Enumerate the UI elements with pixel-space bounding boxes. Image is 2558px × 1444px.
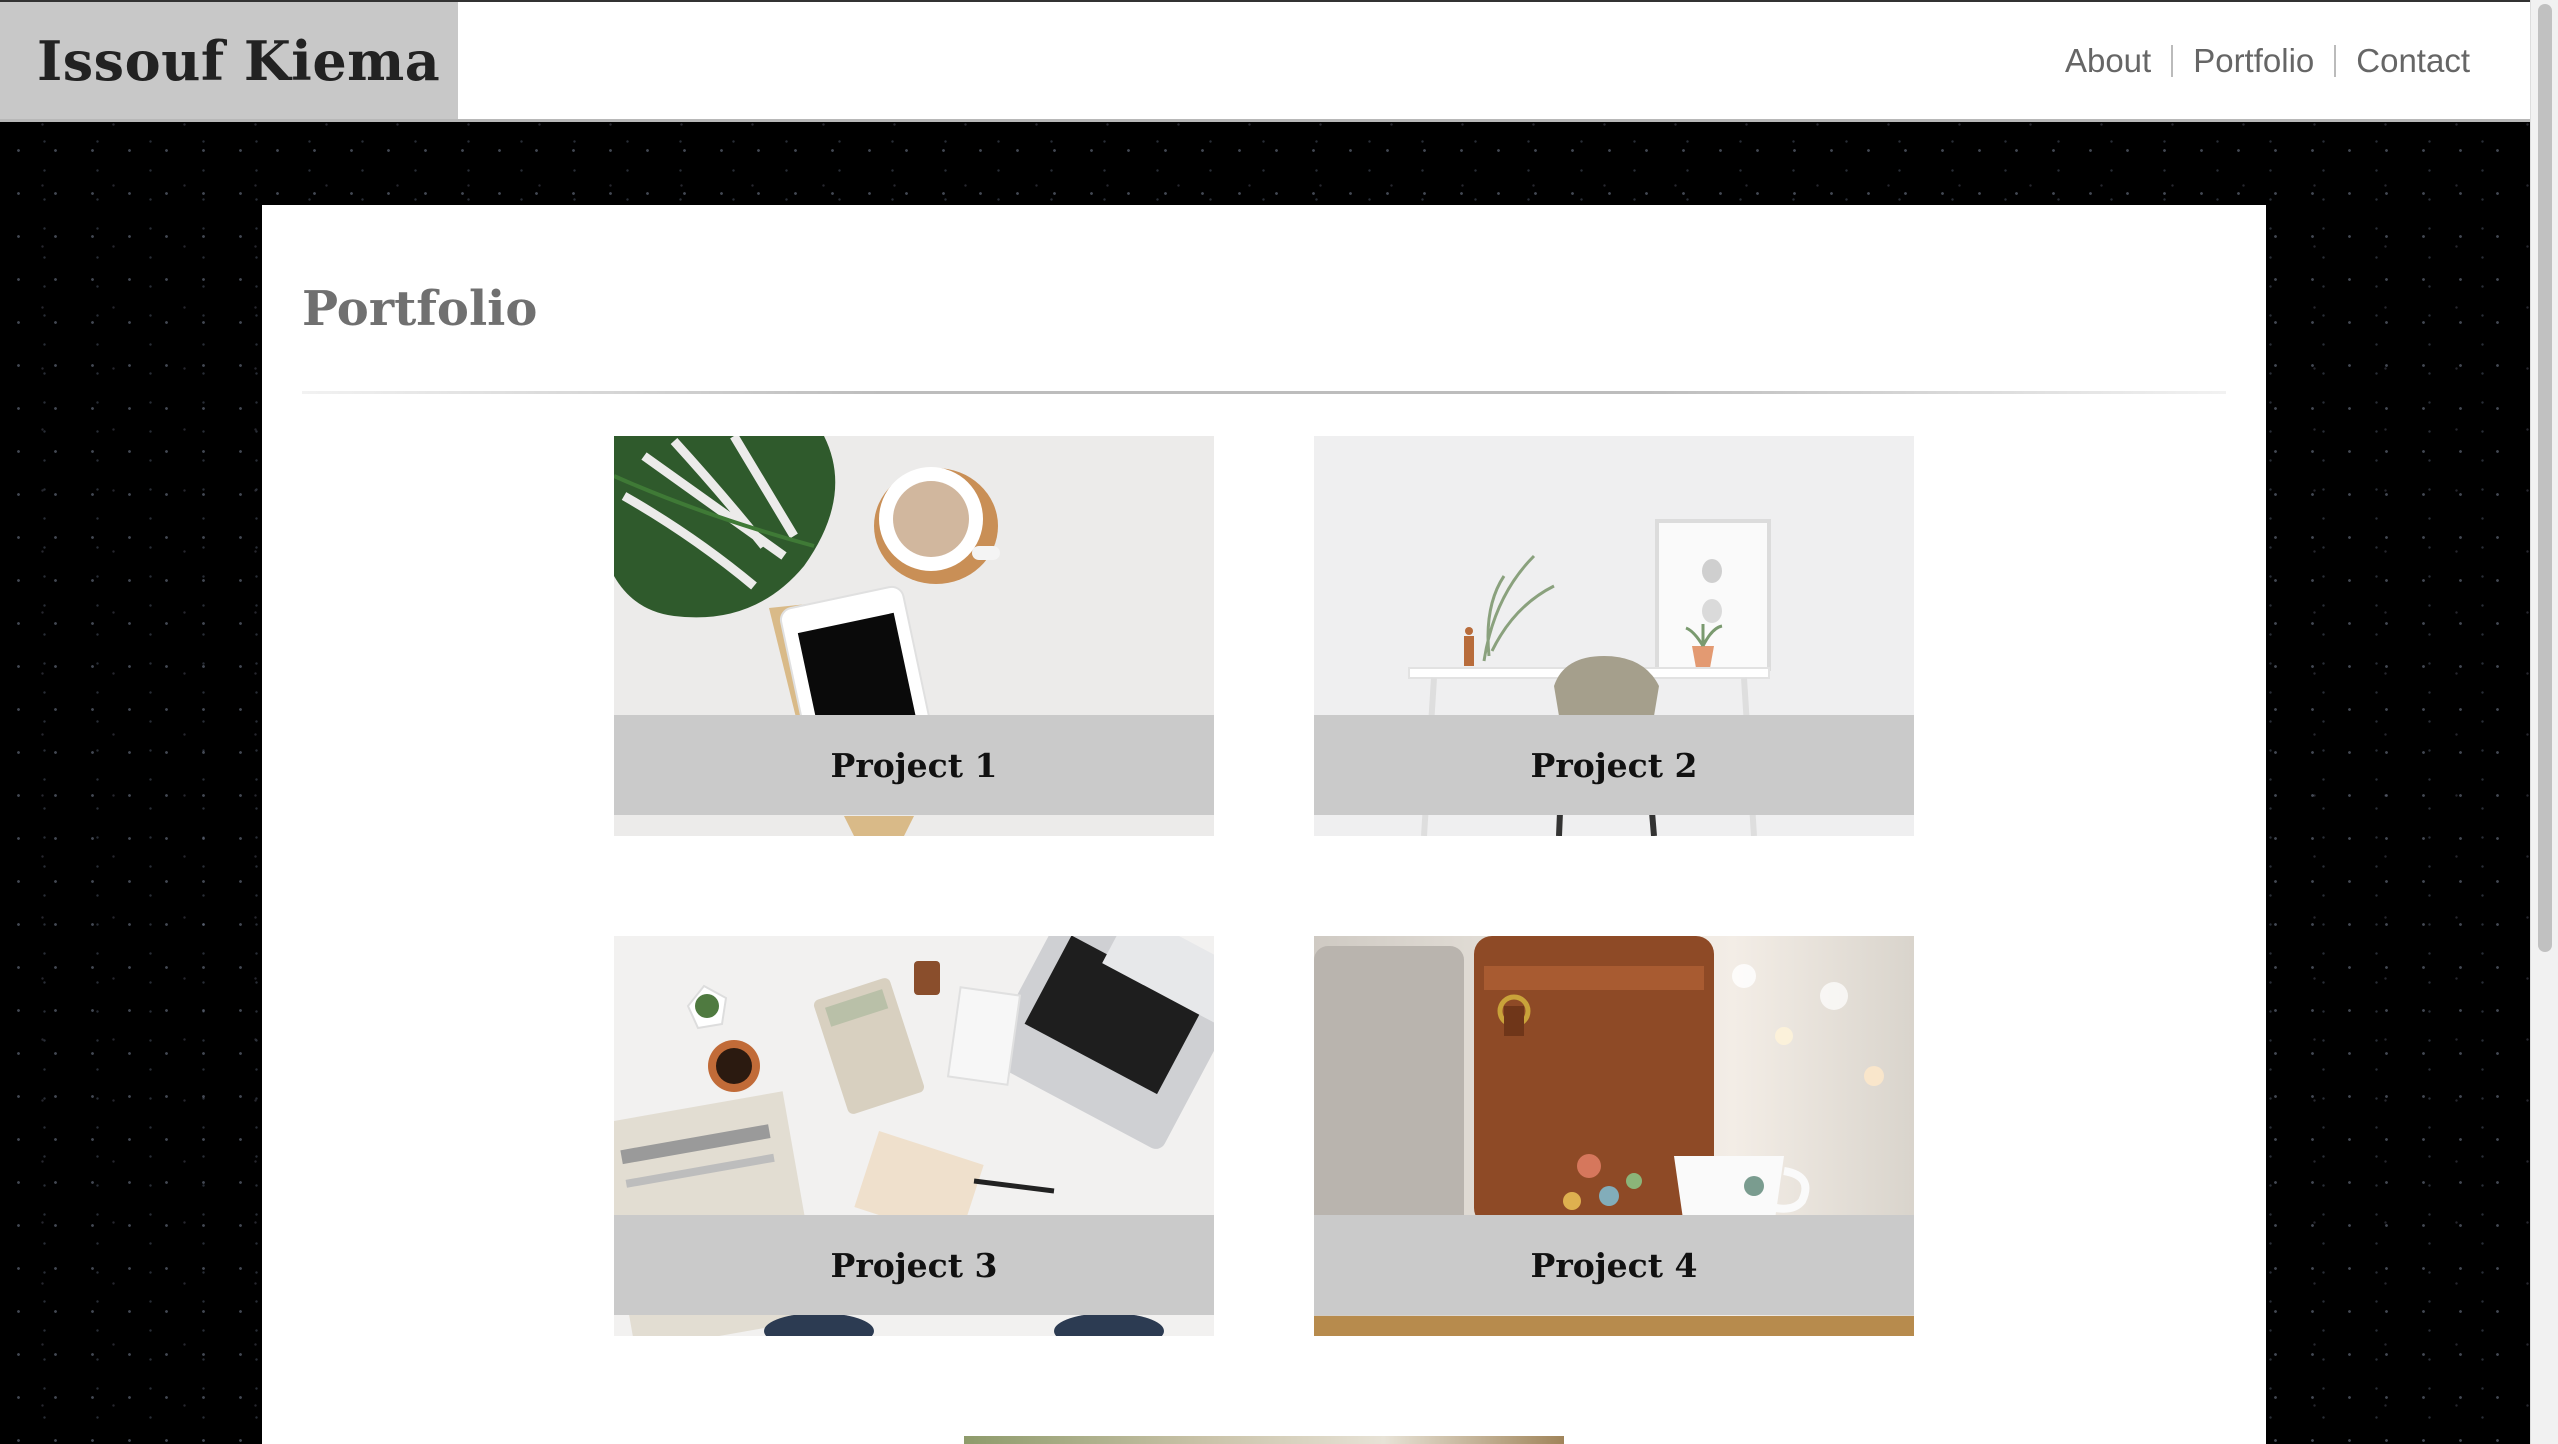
main-nav: About Portfolio Contact [2045, 2, 2490, 119]
project-label-4: Project 4 [1314, 1215, 1914, 1315]
site-header: Issouf Kiema About Portfolio Contact [0, 0, 2530, 122]
project-label-2: Project 2 [1314, 715, 1914, 815]
vertical-scrollbar[interactable] [2530, 0, 2558, 1444]
project-card-2[interactable]: Project 2 [1314, 436, 1914, 836]
project-card-3[interactable]: Project 3 [614, 936, 1214, 1336]
nav-link-contact[interactable]: Contact [2336, 42, 2490, 80]
scrollbar-thumb[interactable] [2538, 4, 2552, 952]
project-card-4[interactable]: Project 4 [1314, 936, 1914, 1336]
project-label-3: Project 3 [614, 1215, 1214, 1315]
nav-link-portfolio[interactable]: Portfolio [2173, 42, 2334, 80]
project-card-1[interactable]: Project 1 [614, 436, 1214, 836]
project-image-5 [964, 1436, 1564, 1444]
project-card-5[interactable] [964, 1436, 1564, 1444]
project-label-1: Project 1 [614, 715, 1214, 815]
portfolio-panel: Portfolio Project 1 Project 2 Project 3 … [262, 205, 2266, 1444]
nav-link-about[interactable]: About [2045, 42, 2171, 80]
site-brand[interactable]: Issouf Kiema [0, 2, 458, 119]
title-divider [302, 391, 2226, 394]
page-title: Portfolio [302, 281, 538, 337]
